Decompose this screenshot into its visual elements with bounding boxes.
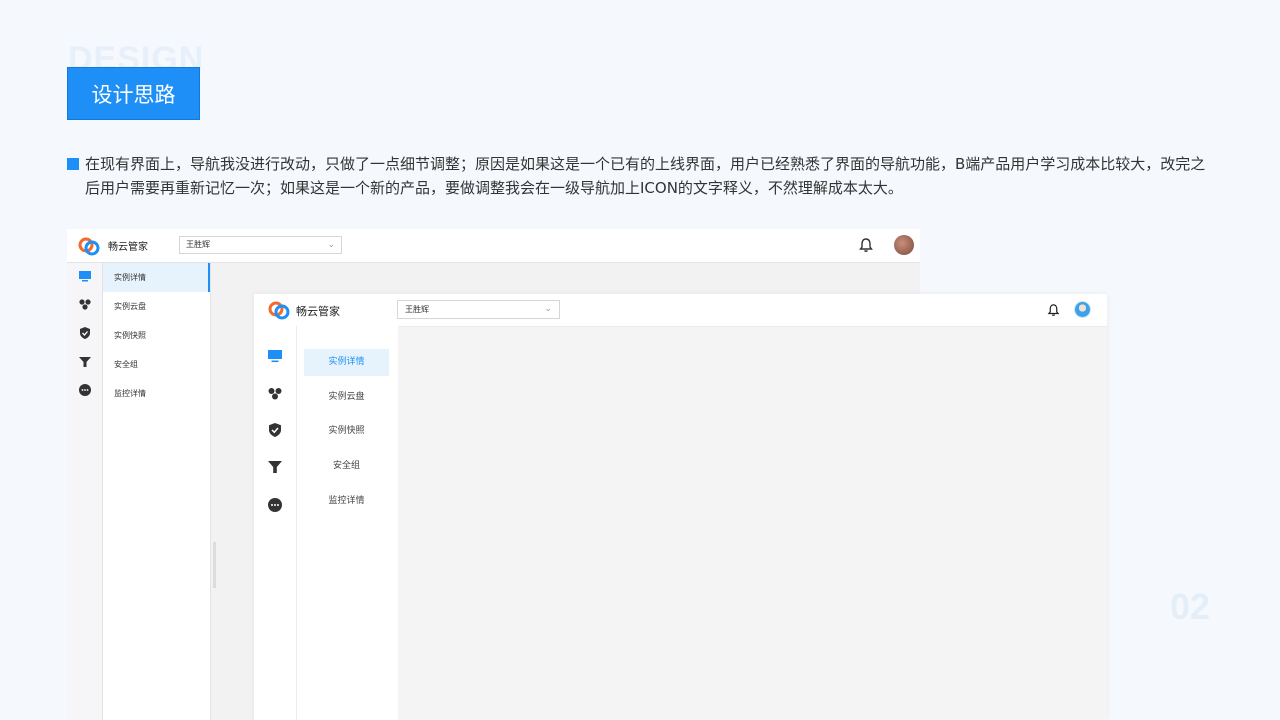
menu-item-instance-detail[interactable]: 实例详情 — [304, 349, 389, 376]
chevron-down-icon: ⌄ — [327, 240, 335, 250]
monitor-icon[interactable] — [78, 269, 92, 283]
brand-name: 畅云管家 — [296, 305, 340, 318]
avatar[interactable] — [1074, 301, 1091, 318]
menu-item-instance-detail[interactable]: 实例详情 — [103, 263, 210, 292]
new-header: 畅云管家 王胜辉 ⌄ — [254, 294, 1107, 327]
bell-icon[interactable] — [1047, 303, 1060, 317]
section-title: 设计思路 — [67, 67, 200, 120]
old-header: 畅云管家 王胜辉 ⌄ — [67, 229, 920, 263]
cluster-icon[interactable] — [78, 297, 92, 311]
menu-item-monitor-detail[interactable]: 监控详情 — [304, 488, 389, 515]
monitor-icon[interactable] — [267, 348, 283, 364]
scrollbar[interactable] — [213, 542, 216, 588]
shield-check-icon[interactable] — [267, 422, 283, 438]
cloud-logo-icon — [268, 301, 290, 320]
new-side-menu: 实例详情 实例云盘 实例快照 安全组 监控详情 — [297, 326, 398, 720]
account-select[interactable]: 王胜辉 ⌄ — [397, 300, 560, 319]
description-text: 在现有界面上，导航我没进行改动，只做了一点细节调整；原因是如果这是一个已有的上线… — [85, 155, 1206, 197]
chevron-down-icon: ⌄ — [544, 304, 552, 314]
menu-item-security-group[interactable]: 安全组 — [103, 350, 210, 379]
menu-item-instance-snapshot[interactable]: 实例快照 — [103, 321, 210, 350]
bullet-square — [67, 158, 79, 170]
account-select-value: 王胜辉 — [405, 305, 429, 314]
chat-icon[interactable] — [267, 497, 283, 513]
new-ui-screenshot: 畅云管家 王胜辉 ⌄ 实例详情 实例云盘 实例快照 安全组 监控详情 — [254, 294, 1107, 720]
shield-check-icon[interactable] — [78, 326, 92, 340]
avatar[interactable] — [894, 235, 914, 255]
account-select[interactable]: 王胜辉 ⌄ — [179, 236, 342, 254]
account-select-value: 王胜辉 — [186, 240, 210, 249]
old-icon-rail — [67, 263, 103, 720]
old-side-menu: 实例详情 实例云盘 实例快照 安全组 监控详情 — [103, 263, 211, 720]
menu-item-monitor-detail[interactable]: 监控详情 — [103, 379, 210, 408]
menu-item-instance-disk[interactable]: 实例云盘 — [103, 292, 210, 321]
cloud-logo-icon — [78, 237, 100, 256]
chat-icon[interactable] — [78, 383, 92, 397]
menu-item-instance-disk[interactable]: 实例云盘 — [304, 384, 389, 411]
menu-item-security-group[interactable]: 安全组 — [304, 453, 389, 480]
page-number: 02 — [1170, 586, 1211, 627]
menu-item-instance-snapshot[interactable]: 实例快照 — [304, 418, 389, 445]
brand-name: 畅云管家 — [108, 242, 148, 253]
new-icon-rail — [254, 326, 297, 720]
filter-icon[interactable] — [267, 459, 283, 475]
filter-icon[interactable] — [78, 355, 92, 369]
bell-icon[interactable] — [858, 237, 874, 253]
cluster-icon[interactable] — [267, 385, 283, 401]
